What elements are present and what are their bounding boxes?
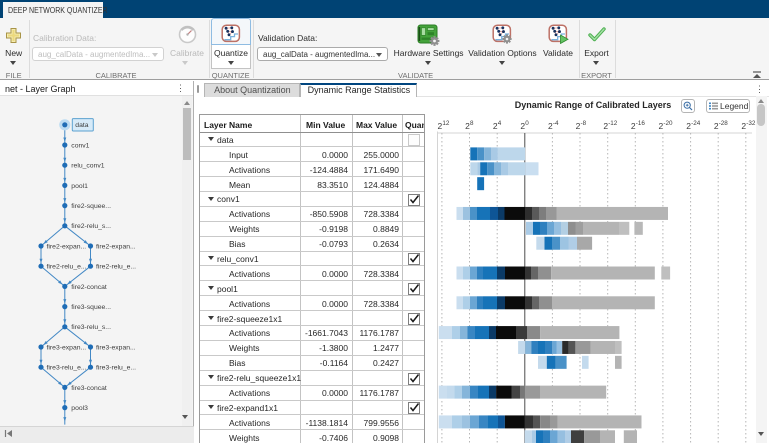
svg-text:relu_conv1: relu_conv1 xyxy=(71,163,104,170)
svg-text:fire2-squee...: fire2-squee... xyxy=(71,203,111,210)
svg-text:fire3-squee...: fire3-squee... xyxy=(71,304,111,311)
svg-text:fire3-concat: fire3-concat xyxy=(71,385,107,392)
svg-text:fire2-relu_s...: fire2-relu_s... xyxy=(71,223,111,230)
svg-text:fire2-expan...: fire2-expan... xyxy=(96,243,136,250)
svg-text:-8: -8 xyxy=(581,120,587,127)
svg-text:-4: -4 xyxy=(553,120,559,127)
svg-text:fire2-concat: fire2-concat xyxy=(71,284,107,291)
svg-text:data: data xyxy=(75,122,88,129)
svg-text:pool1: pool1 xyxy=(71,183,88,190)
svg-text:-32: -32 xyxy=(746,120,756,127)
svg-text:fire3-relu_s...: fire3-relu_s... xyxy=(71,324,111,331)
svg-text:fire2-relu_e...: fire2-relu_e... xyxy=(96,264,136,271)
svg-text:fire3-expan...: fire3-expan... xyxy=(47,344,87,351)
svg-text:conv1: conv1 xyxy=(71,142,89,149)
svg-text:8: 8 xyxy=(470,120,474,127)
svg-text:-28: -28 xyxy=(719,120,729,127)
svg-text:12: 12 xyxy=(442,120,450,127)
svg-text:-24: -24 xyxy=(691,120,701,127)
svg-text:pool3: pool3 xyxy=(71,405,88,412)
svg-text:fire2-expan...: fire2-expan... xyxy=(47,243,87,250)
svg-text:-12: -12 xyxy=(608,120,618,127)
svg-text:fire3-relu_e...: fire3-relu_e... xyxy=(96,365,136,372)
svg-text:4: 4 xyxy=(498,120,502,127)
svg-text:fire3-relu_e...: fire3-relu_e... xyxy=(47,365,87,372)
svg-text:0: 0 xyxy=(525,120,529,127)
svg-text:-20: -20 xyxy=(663,120,673,127)
svg-text:fire3-expan...: fire3-expan... xyxy=(96,344,136,351)
svg-text:fire2-relu_e...: fire2-relu_e... xyxy=(47,264,87,271)
svg-text:-16: -16 xyxy=(636,120,646,127)
